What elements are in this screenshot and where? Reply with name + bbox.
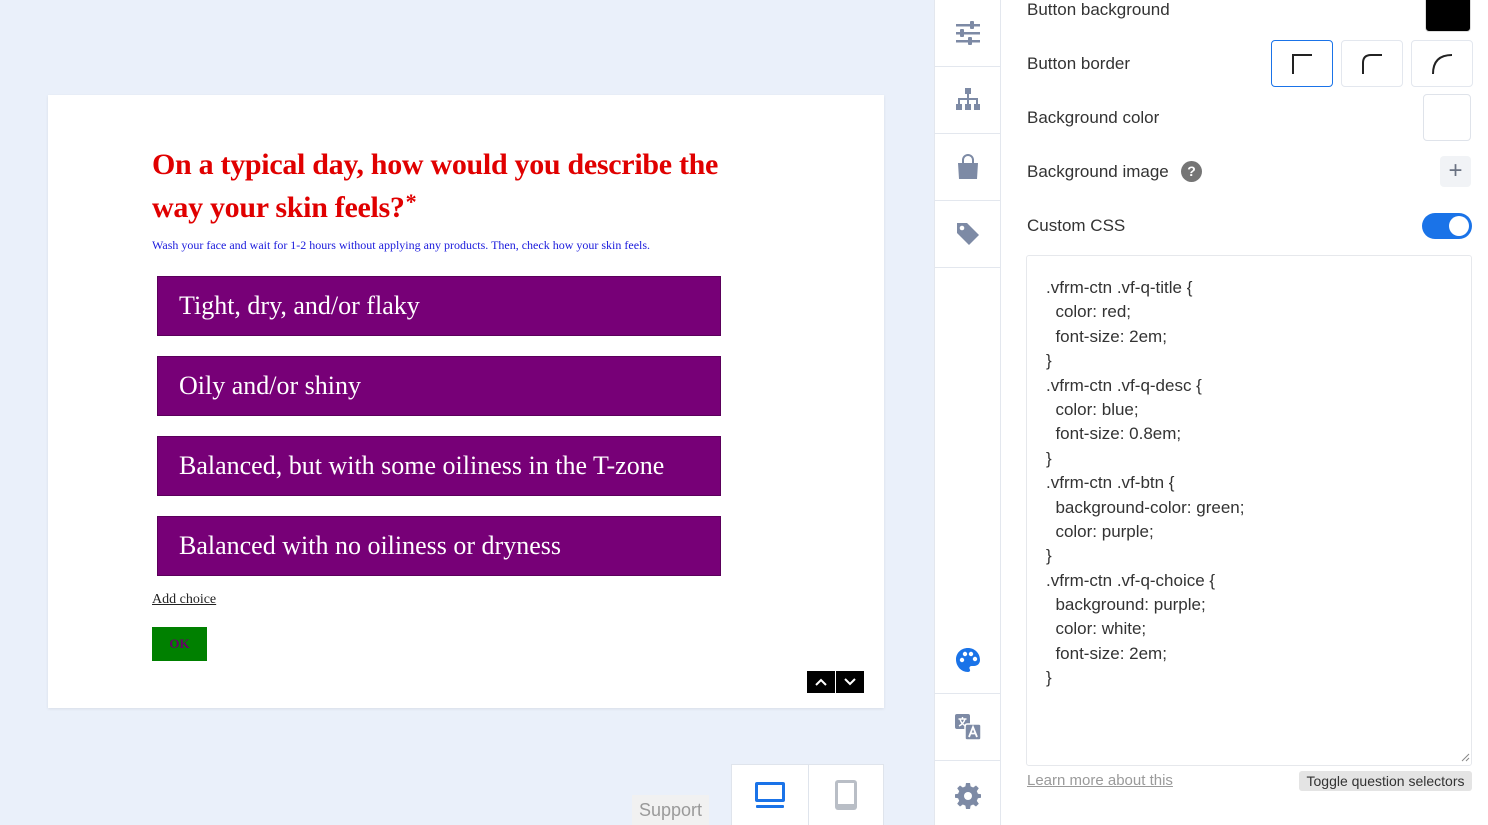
- choice-option[interactable]: Balanced, but with some oiliness in the …: [157, 436, 721, 496]
- css-code-line: }: [1046, 668, 1052, 688]
- css-code-line: }: [1046, 546, 1052, 566]
- sliders-icon: [956, 21, 980, 45]
- custom-css-editor[interactable]: .vfrm-ctn .vf-q-title { color: red; font…: [1026, 255, 1472, 766]
- toggle-question-selectors-button[interactable]: Toggle question selectors: [1299, 771, 1472, 791]
- desktop-view-button[interactable]: [732, 765, 808, 825]
- required-asterisk: *: [405, 189, 417, 214]
- rail-item-design[interactable]: [935, 627, 1001, 694]
- css-code-line: .vfrm-ctn .vf-btn {: [1046, 473, 1175, 493]
- background-image-label: Background image: [1027, 162, 1169, 181]
- choice-option[interactable]: Balanced with no oiliness or dryness: [157, 516, 721, 576]
- learn-more-link[interactable]: Learn more about this: [1027, 772, 1173, 789]
- next-question-button[interactable]: [836, 671, 864, 693]
- rail-item-settings[interactable]: [935, 762, 1001, 825]
- rounded-corner-icon: [1362, 53, 1382, 74]
- border-pill-option[interactable]: [1411, 40, 1473, 87]
- shopping-bag-icon: [958, 154, 978, 179]
- custom-css-toggle[interactable]: [1422, 213, 1472, 239]
- css-code-line: color: purple;: [1046, 521, 1154, 541]
- toggle-knob: [1449, 216, 1469, 236]
- css-code-line: color: white;: [1046, 619, 1147, 639]
- background-color-label: Background color: [1027, 108, 1160, 127]
- css-code-line: background-color: green;: [1046, 497, 1245, 517]
- form-preview-card: On a typical day, how would you describe…: [48, 95, 884, 708]
- translate-icon: [955, 714, 982, 741]
- css-code-line: .vfrm-ctn .vf-q-title {: [1046, 278, 1193, 297]
- css-code-line: color: red;: [1046, 302, 1132, 322]
- rail-item-translations[interactable]: [935, 694, 1001, 761]
- css-code-line: font-size: 0.8em;: [1046, 424, 1182, 444]
- question-title-text: On a typical day, how would you describe…: [152, 148, 719, 224]
- resize-grip-icon[interactable]: [1460, 752, 1470, 762]
- settings-rail: [934, 0, 1001, 825]
- help-icon[interactable]: ?: [1181, 161, 1202, 182]
- css-code-line: .vfrm-ctn .vf-q-choice {: [1046, 570, 1216, 590]
- border-square-option[interactable]: [1271, 40, 1333, 87]
- sitemap-icon: [956, 88, 980, 110]
- question-description: Wash your face and wait for 1-2 hours wi…: [152, 238, 651, 252]
- tablet-icon: [834, 780, 857, 810]
- css-code-line: color: blue;: [1046, 399, 1139, 419]
- tag-icon: [957, 223, 979, 245]
- css-code-line: }: [1046, 351, 1052, 371]
- button-border-options: [1271, 40, 1473, 87]
- background-color-swatch[interactable]: [1423, 94, 1471, 141]
- button-border-label: Button border: [1027, 54, 1131, 73]
- support-button[interactable]: Support: [632, 795, 709, 825]
- question-title: On a typical day, how would you describe…: [152, 143, 772, 229]
- css-code-line: font-size: 2em;: [1046, 643, 1167, 663]
- tablet-view-button[interactable]: [807, 765, 884, 825]
- desktop-icon: [754, 782, 785, 808]
- rail-item-settings-sliders[interactable]: [935, 0, 1001, 67]
- device-toggle: [731, 764, 884, 825]
- choice-list: Tight, dry, and/or flaky Oily and/or shi…: [157, 276, 721, 596]
- css-code-line: background: purple;: [1046, 595, 1206, 615]
- add-choice-link[interactable]: Add choice: [152, 592, 216, 608]
- choice-option[interactable]: Oily and/or shiny: [157, 356, 721, 416]
- button-background-swatch[interactable]: [1425, 0, 1471, 32]
- chevron-down-icon: [844, 678, 856, 686]
- design-settings-panel: Button background Button border Backgrou…: [1001, 0, 1488, 825]
- css-code-line: font-size: 2em;: [1046, 326, 1167, 346]
- ok-button[interactable]: OK: [152, 627, 207, 661]
- palette-icon: [956, 648, 980, 672]
- border-rounded-option[interactable]: [1341, 40, 1403, 87]
- css-code-line: .vfrm-ctn .vf-q-desc {: [1046, 375, 1202, 395]
- choice-option[interactable]: Tight, dry, and/or flaky: [157, 276, 721, 336]
- chevron-up-icon: [815, 678, 827, 686]
- add-background-image-button[interactable]: +: [1440, 156, 1471, 187]
- square-corner-icon: [1292, 53, 1312, 74]
- question-nav: [807, 671, 864, 693]
- rail-item-commerce[interactable]: [935, 134, 1001, 201]
- css-code-line: }: [1046, 448, 1052, 468]
- gear-icon: [955, 782, 981, 809]
- button-background-label: Button background: [1027, 0, 1170, 19]
- rail-item-logic[interactable]: [935, 67, 1001, 134]
- pill-corner-icon: [1432, 53, 1453, 74]
- rail-item-tags[interactable]: [935, 201, 1001, 268]
- custom-css-label: Custom CSS: [1027, 216, 1126, 235]
- previous-question-button[interactable]: [807, 671, 835, 693]
